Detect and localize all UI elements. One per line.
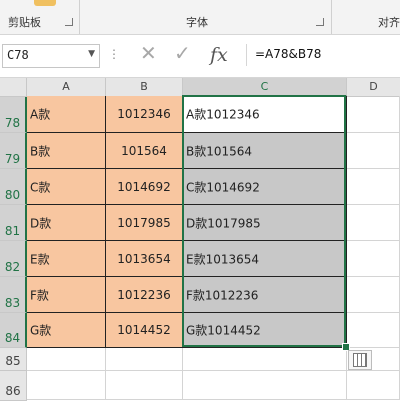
cell-d84[interactable] (347, 313, 400, 348)
cell-a79[interactable]: B款 (27, 133, 106, 169)
ribbon-group-clipboard-label: 剪贴板 (8, 16, 41, 29)
font-dialog-launcher-icon[interactable] (316, 18, 324, 26)
cell-d86[interactable] (347, 371, 400, 400)
cell-a80[interactable]: C款 (27, 169, 106, 205)
row-header[interactable]: 81 (0, 205, 27, 241)
cell-b80[interactable]: 1014692 (106, 169, 183, 205)
cell-b84[interactable]: 1014452 (106, 313, 183, 348)
cell-c86[interactable] (183, 371, 347, 400)
chevron-down-icon[interactable]: ▼ (88, 49, 95, 59)
cell-c78[interactable]: A款1012346 (183, 96, 347, 133)
cell-c80[interactable]: C款1014692 (183, 169, 347, 205)
cancel-icon[interactable]: ✕ (140, 41, 157, 65)
format-painter-icon[interactable] (34, 0, 56, 6)
cell-b78[interactable]: 1012346 (106, 96, 183, 133)
row-header[interactable]: 86 (0, 371, 27, 401)
ribbon-group-font-label: 字体 (186, 16, 208, 29)
formula-bar-resize-handle[interactable]: ⋮ (108, 47, 120, 61)
row-header[interactable]: 80 (0, 169, 27, 205)
cell-c81[interactable]: D款1017985 (183, 205, 347, 241)
cell-a78[interactable]: A款 (27, 96, 106, 133)
ribbon-group-alignment-label: 对齐 (378, 16, 400, 29)
row-header[interactable]: 85 (0, 348, 27, 371)
row-header[interactable]: 79 (0, 133, 27, 169)
cell-b82[interactable]: 1013654 (106, 241, 183, 277)
cell-a86[interactable] (27, 371, 106, 400)
select-all-button[interactable] (0, 78, 27, 97)
clipboard-dialog-launcher-icon[interactable] (65, 18, 73, 26)
worksheet-grid: A B C D 78 79 80 81 82 83 84 85 86 A款 10… (0, 78, 400, 401)
column-header-d[interactable]: D (347, 78, 400, 97)
cell-c85[interactable] (183, 348, 347, 371)
cell-d83[interactable] (347, 277, 400, 313)
name-box[interactable]: C78 ▼ (2, 44, 100, 68)
cell-b86[interactable] (106, 371, 183, 400)
cell-d78[interactable] (347, 96, 400, 133)
ribbon-separator (79, 0, 80, 34)
row-header[interactable]: 78 (0, 97, 27, 133)
formula-bar: C78 ▼ ⋮ ✕ ✓ fx =A78&B78 (0, 35, 400, 78)
cell-b81[interactable]: 1017985 (106, 205, 183, 241)
row-header[interactable]: 83 (0, 277, 27, 313)
cell-a84[interactable]: G款 (27, 313, 106, 348)
ribbon: 剪贴板 字体 对齐 (0, 0, 400, 35)
insert-function-icon[interactable]: fx (210, 44, 228, 66)
enter-icon[interactable]: ✓ (174, 41, 191, 65)
formula-text: =A78&B78 (255, 47, 322, 61)
column-header-a[interactable]: A (27, 78, 106, 97)
cell-a83[interactable]: F款 (27, 277, 106, 313)
column-header-b[interactable]: B (106, 78, 183, 97)
cell-d79[interactable] (347, 133, 400, 169)
row-header[interactable]: 84 (0, 313, 27, 348)
column-header-c[interactable]: C (183, 78, 347, 97)
formula-input[interactable]: =A78&B78 (246, 44, 400, 66)
cell-b79[interactable]: 101564 (106, 133, 183, 169)
cell-a85[interactable] (27, 348, 106, 371)
quick-analysis-icon (353, 353, 367, 367)
name-box-value: C78 (7, 48, 29, 62)
cell-b85[interactable] (106, 348, 183, 371)
cell-d80[interactable] (347, 169, 400, 205)
quick-analysis-button[interactable] (348, 350, 372, 370)
cell-a81[interactable]: D款 (27, 205, 106, 241)
cell-d82[interactable] (347, 241, 400, 277)
cell-b83[interactable]: 1012236 (106, 277, 183, 313)
cell-c82[interactable]: E款1013654 (183, 241, 347, 277)
cell-a82[interactable]: E款 (27, 241, 106, 277)
row-header[interactable]: 82 (0, 241, 27, 277)
cell-c83[interactable]: F款1012236 (183, 277, 347, 313)
cell-c79[interactable]: B款101564 (183, 133, 347, 169)
cell-d81[interactable] (347, 205, 400, 241)
cell-c84[interactable]: G款1014452 (183, 313, 347, 348)
ribbon-separator (331, 0, 332, 34)
